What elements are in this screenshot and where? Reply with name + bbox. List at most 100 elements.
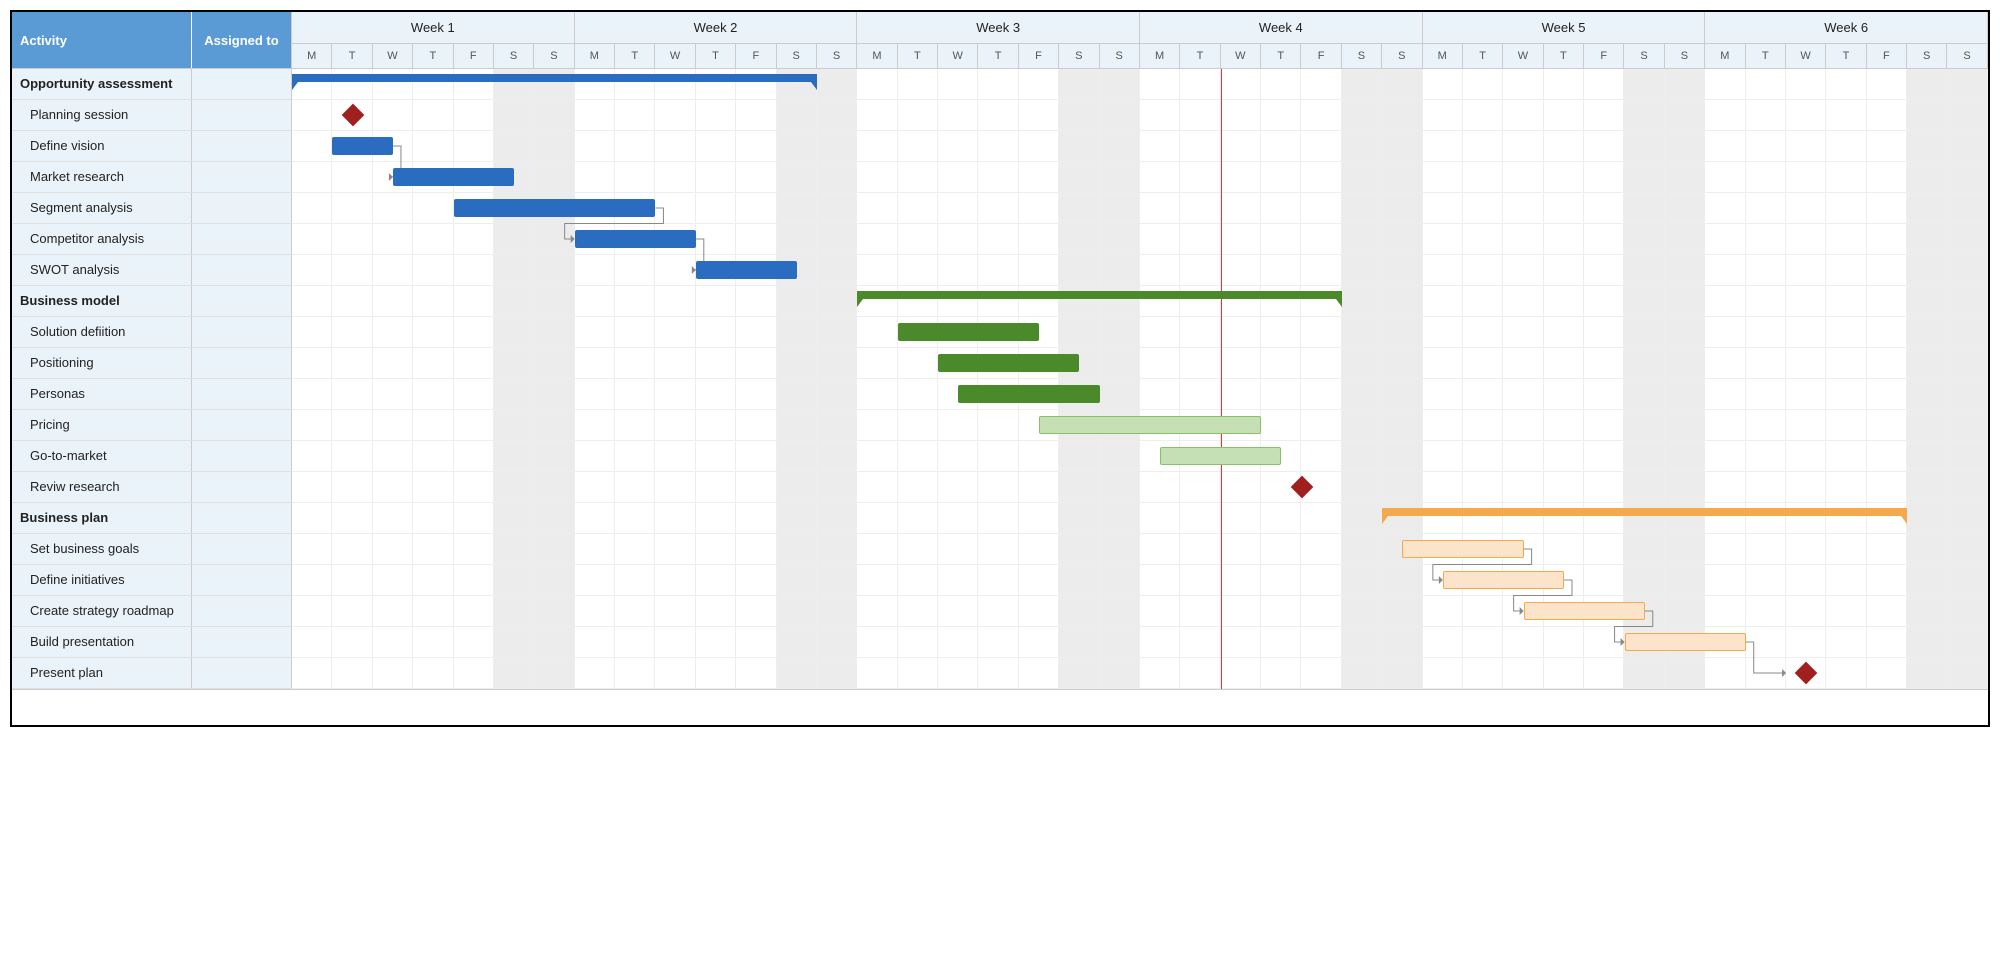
activity-row[interactable]: Set business goals [12, 534, 292, 565]
day-header[interactable]: T [332, 44, 372, 68]
day-header[interactable]: T [1180, 44, 1220, 68]
assigned-cell[interactable] [192, 193, 292, 223]
day-header[interactable]: M [292, 44, 332, 68]
task-bar[interactable] [454, 199, 656, 217]
milestone-icon[interactable] [1795, 662, 1818, 685]
activity-row[interactable]: Positioning [12, 348, 292, 379]
assigned-cell[interactable] [192, 379, 292, 409]
summary-bar[interactable] [857, 291, 1342, 299]
assigned-cell[interactable] [192, 503, 292, 533]
day-header[interactable]: T [1463, 44, 1503, 68]
assigned-cell[interactable] [192, 286, 292, 316]
week-header[interactable]: Week 4 [1140, 12, 1423, 44]
day-header[interactable]: T [696, 44, 736, 68]
day-header[interactable]: T [978, 44, 1018, 68]
day-header[interactable]: M [1705, 44, 1745, 68]
summary-bar[interactable] [1382, 508, 1907, 516]
assigned-cell[interactable] [192, 69, 292, 99]
task-bar[interactable] [958, 385, 1099, 403]
day-header[interactable]: T [1261, 44, 1301, 68]
activity-row[interactable]: Go-to-market [12, 441, 292, 472]
activity-row[interactable]: Planning session [12, 100, 292, 131]
activity-row[interactable]: SWOT analysis [12, 255, 292, 286]
day-header[interactable]: W [1503, 44, 1543, 68]
assigned-cell[interactable] [192, 348, 292, 378]
activity-row[interactable]: Personas [12, 379, 292, 410]
activity-row[interactable]: Segment analysis [12, 193, 292, 224]
assigned-cell[interactable] [192, 534, 292, 564]
day-header[interactable]: F [1019, 44, 1059, 68]
assigned-cell[interactable] [192, 472, 292, 502]
assigned-cell[interactable] [192, 627, 292, 657]
assigned-cell[interactable] [192, 317, 292, 347]
assigned-cell[interactable] [192, 410, 292, 440]
timeline-body[interactable] [292, 69, 1988, 689]
task-bar[interactable] [332, 137, 393, 155]
task-bar[interactable] [575, 230, 696, 248]
day-header[interactable]: M [1423, 44, 1463, 68]
day-header[interactable]: W [1786, 44, 1826, 68]
task-bar[interactable] [1160, 447, 1281, 465]
day-header[interactable]: T [1826, 44, 1866, 68]
activity-row[interactable]: Pricing [12, 410, 292, 441]
task-bar[interactable] [1443, 571, 1564, 589]
activity-row[interactable]: Build presentation [12, 627, 292, 658]
week-header[interactable]: Week 2 [575, 12, 858, 44]
assigned-cell[interactable] [192, 100, 292, 130]
assigned-cell[interactable] [192, 596, 292, 626]
milestone-icon[interactable] [341, 104, 364, 127]
milestone-icon[interactable] [1290, 476, 1313, 499]
day-header[interactable]: W [655, 44, 695, 68]
activity-column-header[interactable]: Activity [12, 12, 192, 68]
day-header[interactable]: W [1221, 44, 1261, 68]
day-header[interactable]: S [534, 44, 574, 68]
activity-row[interactable]: Define vision [12, 131, 292, 162]
activity-row[interactable]: Business plan [12, 503, 292, 534]
task-bar[interactable] [1625, 633, 1746, 651]
activity-row[interactable]: Business model [12, 286, 292, 317]
assigned-cell[interactable] [192, 255, 292, 285]
assigned-cell[interactable] [192, 441, 292, 471]
day-header[interactable]: S [777, 44, 817, 68]
day-header[interactable]: S [1907, 44, 1947, 68]
task-bar[interactable] [1402, 540, 1523, 558]
day-header[interactable]: S [1059, 44, 1099, 68]
task-bar[interactable] [938, 354, 1079, 372]
day-header[interactable]: S [817, 44, 857, 68]
day-header[interactable]: M [575, 44, 615, 68]
day-header[interactable]: S [1947, 44, 1987, 68]
week-header[interactable]: Week 5 [1423, 12, 1706, 44]
task-bar[interactable] [1039, 416, 1261, 434]
day-header[interactable]: S [1624, 44, 1664, 68]
day-header[interactable]: T [413, 44, 453, 68]
assigned-cell[interactable] [192, 658, 292, 688]
task-bar[interactable] [1524, 602, 1645, 620]
task-bar[interactable] [393, 168, 514, 186]
assigned-cell[interactable] [192, 224, 292, 254]
activity-row[interactable]: Present plan [12, 658, 292, 689]
assigned-column-header[interactable]: Assigned to [192, 12, 292, 68]
task-bar[interactable] [696, 261, 797, 279]
day-header[interactable]: T [1746, 44, 1786, 68]
activity-row[interactable]: Market research [12, 162, 292, 193]
day-header[interactable]: S [1382, 44, 1422, 68]
task-bar[interactable] [898, 323, 1039, 341]
summary-bar[interactable] [292, 74, 817, 82]
activity-row[interactable]: Solution defiition [12, 317, 292, 348]
day-header[interactable]: S [1342, 44, 1382, 68]
week-header[interactable]: Week 3 [857, 12, 1140, 44]
day-header[interactable]: T [898, 44, 938, 68]
day-header[interactable]: S [1665, 44, 1705, 68]
day-header[interactable]: M [1140, 44, 1180, 68]
day-header[interactable]: W [373, 44, 413, 68]
day-header[interactable]: W [938, 44, 978, 68]
day-header[interactable]: F [1867, 44, 1907, 68]
day-header[interactable]: S [1100, 44, 1140, 68]
day-header[interactable]: T [1544, 44, 1584, 68]
activity-row[interactable]: Define initiatives [12, 565, 292, 596]
day-header[interactable]: F [454, 44, 494, 68]
activity-row[interactable]: Create strategy roadmap [12, 596, 292, 627]
assigned-cell[interactable] [192, 131, 292, 161]
week-header[interactable]: Week 6 [1705, 12, 1988, 44]
day-header[interactable]: F [1584, 44, 1624, 68]
